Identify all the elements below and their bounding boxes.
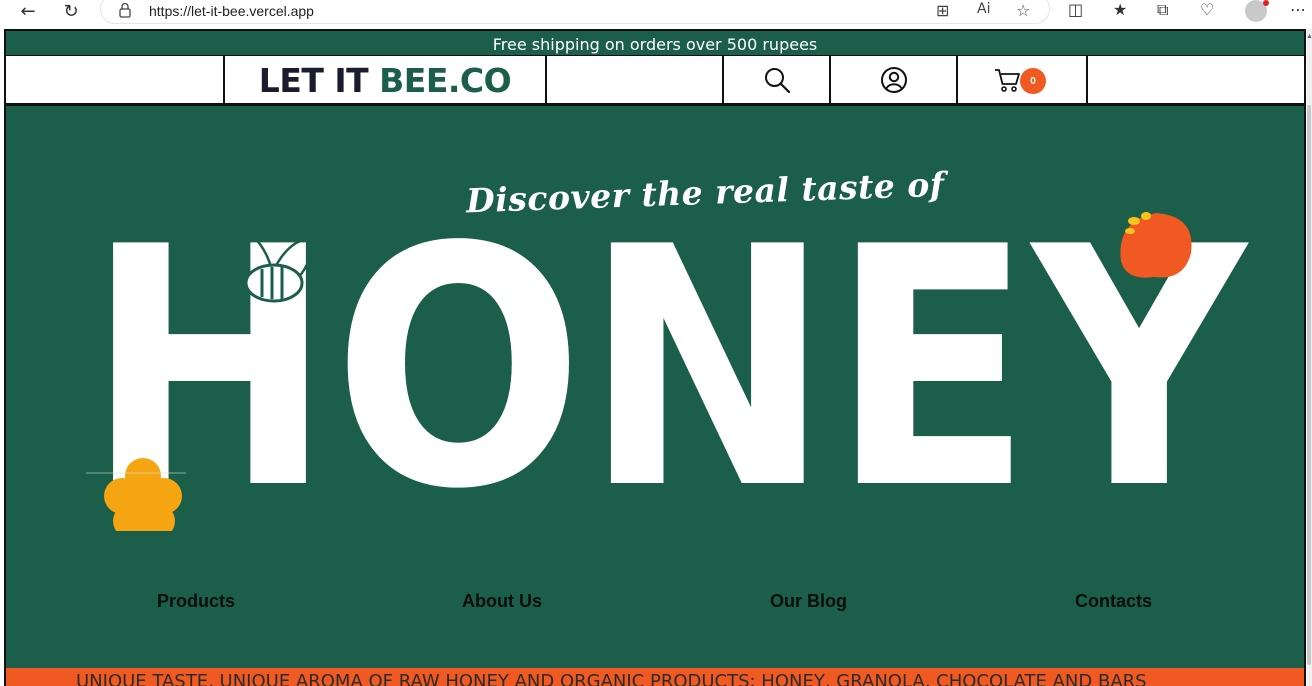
browser-toolbar: ← ↻ https://let-it-bee.vercel.app ⊞ Aі ☆… bbox=[0, 0, 1312, 26]
user-icon bbox=[880, 67, 907, 93]
cart-icon bbox=[995, 69, 1020, 92]
scroll-up-icon[interactable]: ▲ bbox=[1306, 33, 1312, 40]
header-empty-cell bbox=[6, 56, 225, 104]
favorite-star-icon[interactable]: ☆ bbox=[1016, 1, 1030, 20]
account-button[interactable] bbox=[831, 56, 958, 104]
back-arrow-icon[interactable]: ← bbox=[15, 0, 41, 22]
header-right-cell bbox=[1088, 56, 1304, 104]
nav-blog-link[interactable]: Our Blog bbox=[770, 591, 847, 612]
more-menu-icon[interactable]: ⋯ bbox=[1290, 0, 1306, 19]
promo-marquee-text: UNIQUE TASTE, UNIQUE AROMA OF RAW HONEY … bbox=[76, 671, 1147, 686]
browser-essentials-icon[interactable]: ♡ bbox=[1200, 0, 1214, 19]
search-icon bbox=[764, 68, 790, 94]
nav-about-link[interactable]: About Us bbox=[462, 591, 542, 612]
read-aloud-icon[interactable]: Aі bbox=[977, 1, 990, 17]
site-header: LET IT BEE.CO bbox=[6, 55, 1304, 106]
nav-contacts-link[interactable]: Contacts bbox=[1075, 591, 1152, 612]
orange-flower-icon bbox=[1120, 212, 1192, 278]
favorites-icon[interactable]: ★ bbox=[1113, 0, 1127, 19]
split-screen-icon[interactable]: ◫ bbox=[1068, 0, 1083, 19]
app-available-icon[interactable]: ⊞ bbox=[936, 1, 949, 20]
notification-dot bbox=[1263, 0, 1269, 6]
nav-products-link[interactable]: Products bbox=[157, 591, 235, 612]
cart-count-badge: 0 bbox=[1020, 68, 1046, 94]
website-page: Free shipping on orders over 500 rupees … bbox=[4, 29, 1306, 686]
lock-icon bbox=[119, 2, 131, 18]
collections-icon[interactable]: ⧉ bbox=[1157, 0, 1168, 20]
logo-cell[interactable]: LET IT BEE.CO bbox=[225, 56, 547, 104]
honey-word: HONEY bbox=[86, 191, 1249, 531]
promo-marquee: UNIQUE TASTE, UNIQUE AROMA OF RAW HONEY … bbox=[6, 668, 1304, 686]
shipping-announcement: Free shipping on orders over 500 rupees bbox=[6, 31, 1304, 55]
scrollbar-thumb[interactable] bbox=[1307, 105, 1311, 665]
honey-headline: HONEY bbox=[86, 191, 1249, 531]
url-text[interactable]: https://let-it-bee.vercel.app bbox=[149, 3, 314, 19]
site-logo[interactable]: LET IT BEE.CO bbox=[259, 61, 512, 100]
header-spacer-cell bbox=[547, 56, 724, 104]
search-button[interactable] bbox=[724, 56, 831, 104]
reload-icon[interactable]: ↻ bbox=[58, 0, 84, 22]
